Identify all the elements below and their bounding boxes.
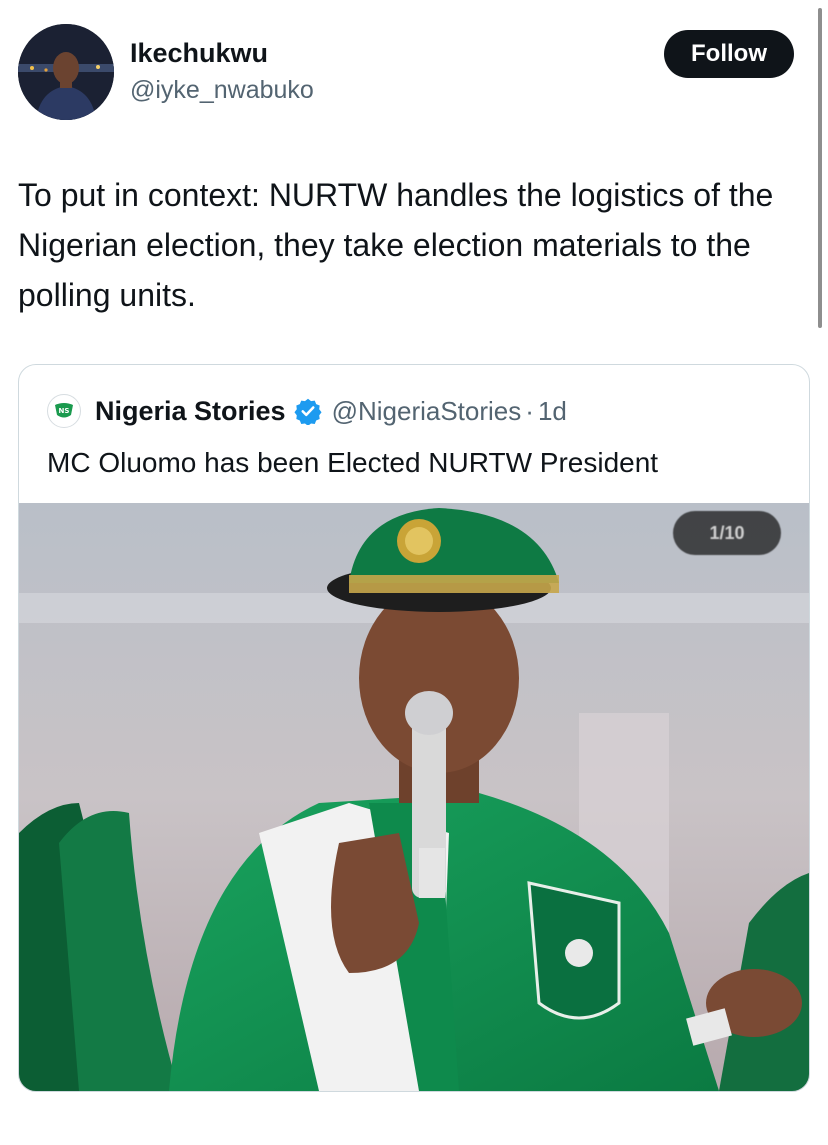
man-speaking-photo [19,503,809,1091]
avatar[interactable] [18,24,114,120]
tweet-text: To put in context: NURTW handles the log… [18,177,774,313]
quoted-handle[interactable]: @NigeriaStories [332,396,522,427]
quoted-timestamp[interactable]: 1d [538,396,567,427]
svg-text:NS: NS [59,407,70,415]
author-handle[interactable]: @iyke_nwabuko [130,74,314,106]
separator-dot: · [525,395,534,426]
nigeria-stories-logo-icon: NS [55,403,73,418]
follow-button[interactable]: Follow [664,30,794,78]
quoted-display-name[interactable]: Nigeria Stories [95,396,286,427]
quoted-avatar[interactable]: NS [47,394,81,428]
verified-badge-icon [294,398,322,425]
quoted-tweet-text: MC Oluomo has been Elected NURTW Preside… [47,447,659,478]
author-names: Ikechukwu @iyke_nwabuko [130,36,314,106]
quoted-media-photo[interactable]: 1/10 [19,503,809,1091]
author-display-name[interactable]: Ikechukwu [130,36,314,70]
scrollbar[interactable] [818,8,822,328]
media-counter: 1/10 [673,511,781,555]
quoted-tweet-card[interactable]: NS Nigeria Stories @NigeriaStories · 1d … [18,364,810,1092]
quoted-tweet-header: NS Nigeria Stories @NigeriaStories · 1d [47,391,789,431]
tweet-header: Ikechukwu @iyke_nwabuko Follow [18,24,794,124]
